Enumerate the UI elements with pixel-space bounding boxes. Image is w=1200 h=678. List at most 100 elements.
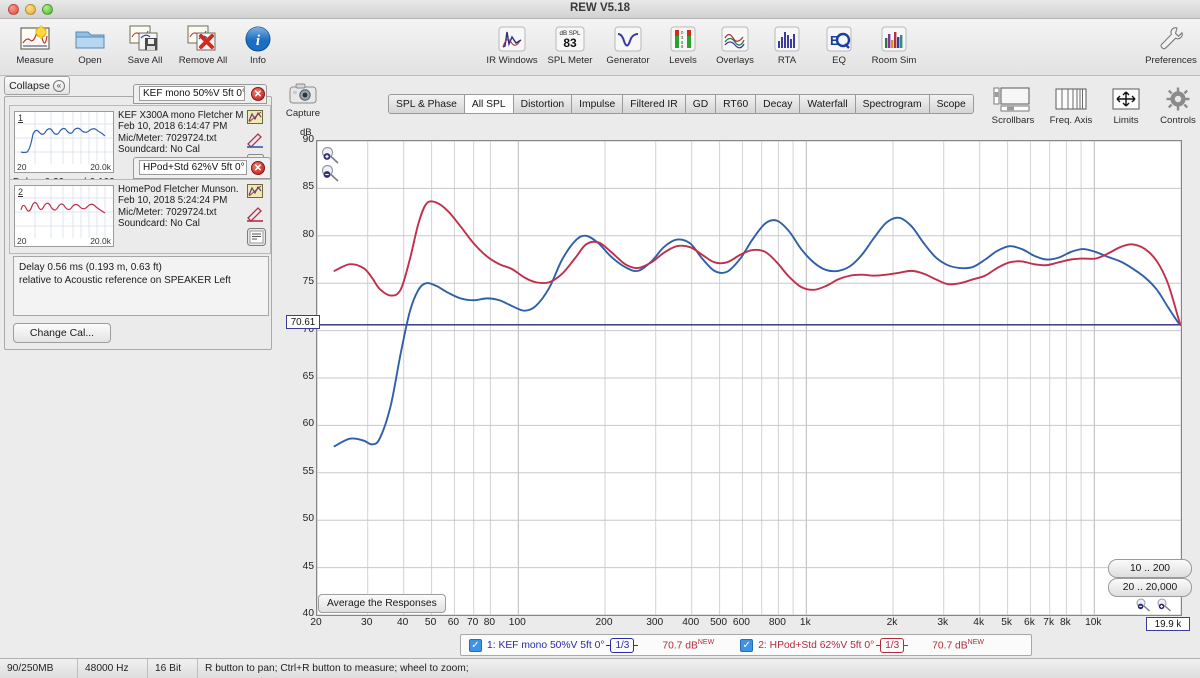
rta-button[interactable]: RTA — [761, 22, 813, 66]
measurement-2-mic-meter: Mic/Meter: 7029724.txt — [118, 206, 217, 218]
x-tick-label: 4k — [973, 617, 985, 628]
overlays-button[interactable]: Overlays — [709, 22, 761, 66]
status-hint: R button to pan; Ctrl+R button to measur… — [205, 663, 469, 674]
legend-level-2: 70.7 dBNEW — [932, 639, 984, 651]
x-tick-label: 50 — [424, 617, 437, 628]
info-label: Info — [249, 55, 266, 66]
measurement-notes-box[interactable]: Delay 0.56 ms (0.193 m, 0.63 ft) relativ… — [13, 256, 269, 316]
measurements-sidebar: KEF mono 50%V 5ft 0° ✕ 1 20 20.0k KEF X3… — [4, 84, 272, 350]
measurement-2-notes-icon[interactable] — [247, 228, 266, 251]
legend-name-2[interactable]: 2: HPod+Std 62%V 5ft 0° — [758, 640, 874, 651]
tab-spectrogram[interactable]: Spectrogram — [855, 95, 930, 113]
series-line-2 — [333, 200, 1181, 326]
eq-button[interactable]: E EQ — [813, 22, 865, 66]
tab-impulse[interactable]: Impulse — [572, 95, 624, 113]
capture-button[interactable]: Capture — [280, 82, 326, 119]
legend-level-sup-2: NEW — [967, 638, 984, 646]
y-axis-ticks: 90 85 80 75 70 65 60 55 50 45 40 — [288, 134, 314, 619]
frequency-marker-readout[interactable]: 19.9 k — [1146, 617, 1190, 631]
tab-waterfall[interactable]: Waterfall — [800, 95, 856, 113]
collapse-label: Collapse — [9, 79, 50, 92]
y-tick-label: 55 — [302, 465, 314, 477]
measurement-2-pen-icon[interactable] — [247, 206, 264, 227]
measurement-2-graph-icon[interactable] — [247, 184, 263, 203]
tab-all-spl[interactable]: All SPL — [464, 95, 514, 113]
tab-gd[interactable]: GD — [685, 95, 717, 113]
ir-windows-button[interactable]: IR Windows — [483, 22, 541, 66]
y-tick-label: 90 — [302, 134, 314, 145]
chevron-double-left-icon: « — [52, 79, 65, 92]
measurement-1-thumbnail[interactable]: 1 20 20.0k — [14, 111, 114, 173]
x-tick-label: 20 — [310, 617, 322, 628]
range-button-10-200[interactable]: 10 .. 200 — [1108, 559, 1192, 578]
open-button[interactable]: Open — [64, 22, 116, 66]
info-icon: i — [232, 22, 284, 55]
axis-zoom-out-icon[interactable] — [1135, 598, 1151, 617]
generator-button[interactable]: Generator — [599, 22, 657, 66]
measurement-1-thumb-axis-right: 20.0k — [90, 162, 111, 172]
measure-button[interactable]: Measure — [6, 22, 64, 66]
save-all-label: Save All — [127, 55, 163, 66]
x-tick-label: 7k — [1043, 617, 1055, 628]
x-tick-label: 70 — [467, 617, 479, 628]
measurement-1-timestamp: Feb 10, 2018 6:14:47 PM — [118, 121, 228, 133]
levels-button[interactable]: 03 69 Levels — [657, 22, 709, 66]
axis-zoom-in-icon[interactable] — [1156, 598, 1172, 617]
change-cal-label: Change Cal... — [29, 327, 95, 339]
tab-rt60[interactable]: RT60 — [716, 95, 757, 113]
legend-level-1: 70.7 dBNEW — [662, 639, 714, 651]
freq-axis-button[interactable]: Freq. Axis — [1042, 82, 1100, 126]
legend-checkbox-1[interactable]: ✓ — [469, 638, 482, 652]
average-responses-button[interactable]: Average the Responses — [318, 594, 446, 613]
limits-button[interactable]: Limits — [1100, 82, 1152, 126]
tab-spl-phase[interactable]: SPL & Phase — [389, 95, 465, 113]
measurement-tab-1-label[interactable]: KEF mono 50%V 5ft 0° — [139, 86, 245, 101]
tab-scope[interactable]: Scope — [929, 95, 973, 113]
scrollbars-label: Scrollbars — [991, 115, 1035, 126]
level-marker-readout[interactable]: 70.61 — [286, 315, 320, 329]
legend-checkbox-2[interactable]: ✓ — [740, 638, 754, 652]
overlays-label: Overlays — [716, 55, 754, 66]
freq-axis-icon — [1042, 82, 1100, 115]
spl-plot-area[interactable] — [316, 140, 1182, 616]
spl-meter-label: SPL Meter — [547, 55, 593, 66]
rew-application-window: REW V5.18 Measure Open Save All Remove A… — [0, 0, 1200, 678]
status-bit-depth: 16 Bit — [148, 659, 198, 678]
tab-distortion[interactable]: Distortion — [513, 95, 573, 113]
change-cal-button[interactable]: Change Cal... — [13, 323, 111, 343]
graph-view-controls: Scrollbars Freq. Axis Limits Controls — [984, 82, 1200, 126]
plot-zoom-out-icon[interactable] — [320, 164, 340, 187]
controls-button[interactable]: Controls — [1152, 82, 1200, 126]
average-responses-label: Average the Responses — [327, 598, 437, 609]
measurement-tab-2-label[interactable]: HPod+Std 62%V 5ft 0° — [139, 160, 247, 175]
measurement-1-title: KEF X300A mono Fletcher M — [118, 110, 244, 121]
measurement-2-close-icon[interactable]: ✕ — [251, 161, 265, 175]
tab-decay[interactable]: Decay — [756, 95, 801, 113]
tab-filtered-ir[interactable]: Filtered IR — [623, 95, 686, 113]
spl-meter-icon: dB SPL 83 — [541, 22, 599, 55]
preferences-button[interactable]: Preferences — [1142, 22, 1200, 66]
spl-meter-button[interactable]: dB SPL 83 SPL Meter — [541, 22, 599, 66]
legend-smoothing-1[interactable]: 1/3 — [606, 637, 639, 653]
legend-smoothing-2[interactable]: 1/3 — [876, 637, 909, 653]
measure-icon — [6, 22, 64, 55]
status-bar: 90/250MB 48000 Hz 16 Bit R button to pan… — [0, 658, 1200, 678]
collapse-sidebar-button[interactable]: Collapse « — [4, 76, 70, 95]
room-sim-button[interactable]: Room Sim — [865, 22, 923, 66]
measurement-1-graph-icon[interactable] — [247, 110, 263, 129]
measurement-card-2[interactable]: 2 20 20.0k HomePod Fletcher Munson. Feb … — [9, 179, 271, 254]
range-button-20-20000[interactable]: 20 .. 20,000 — [1108, 578, 1192, 597]
remove-all-button[interactable]: Remove All — [174, 22, 232, 66]
info-button[interactable]: i Info — [232, 22, 284, 66]
x-axis-ticks: 20 30 40 50 60 70 80 100 200 300 400 500 600 800 1k 2k 3… — [310, 617, 1183, 633]
scrollbars-button[interactable]: Scrollbars — [984, 82, 1042, 126]
measurement-2-thumbnail[interactable]: 2 20 20.0k — [14, 185, 114, 247]
save-all-button[interactable]: Save All — [116, 22, 174, 66]
toolbar-center-group: IR Windows dB SPL 83 SPL Meter Generator… — [483, 22, 923, 66]
measurement-1-pen-icon[interactable] — [247, 132, 264, 153]
spl-plot-svg — [317, 141, 1181, 615]
measurement-1-close-icon[interactable]: ✕ — [251, 87, 265, 101]
legend-name-1[interactable]: 1: KEF mono 50%V 5ft 0° — [487, 640, 604, 651]
gear-icon — [1152, 82, 1200, 115]
notes-line-2: relative to Acoustic reference on SPEAKE… — [19, 275, 231, 286]
